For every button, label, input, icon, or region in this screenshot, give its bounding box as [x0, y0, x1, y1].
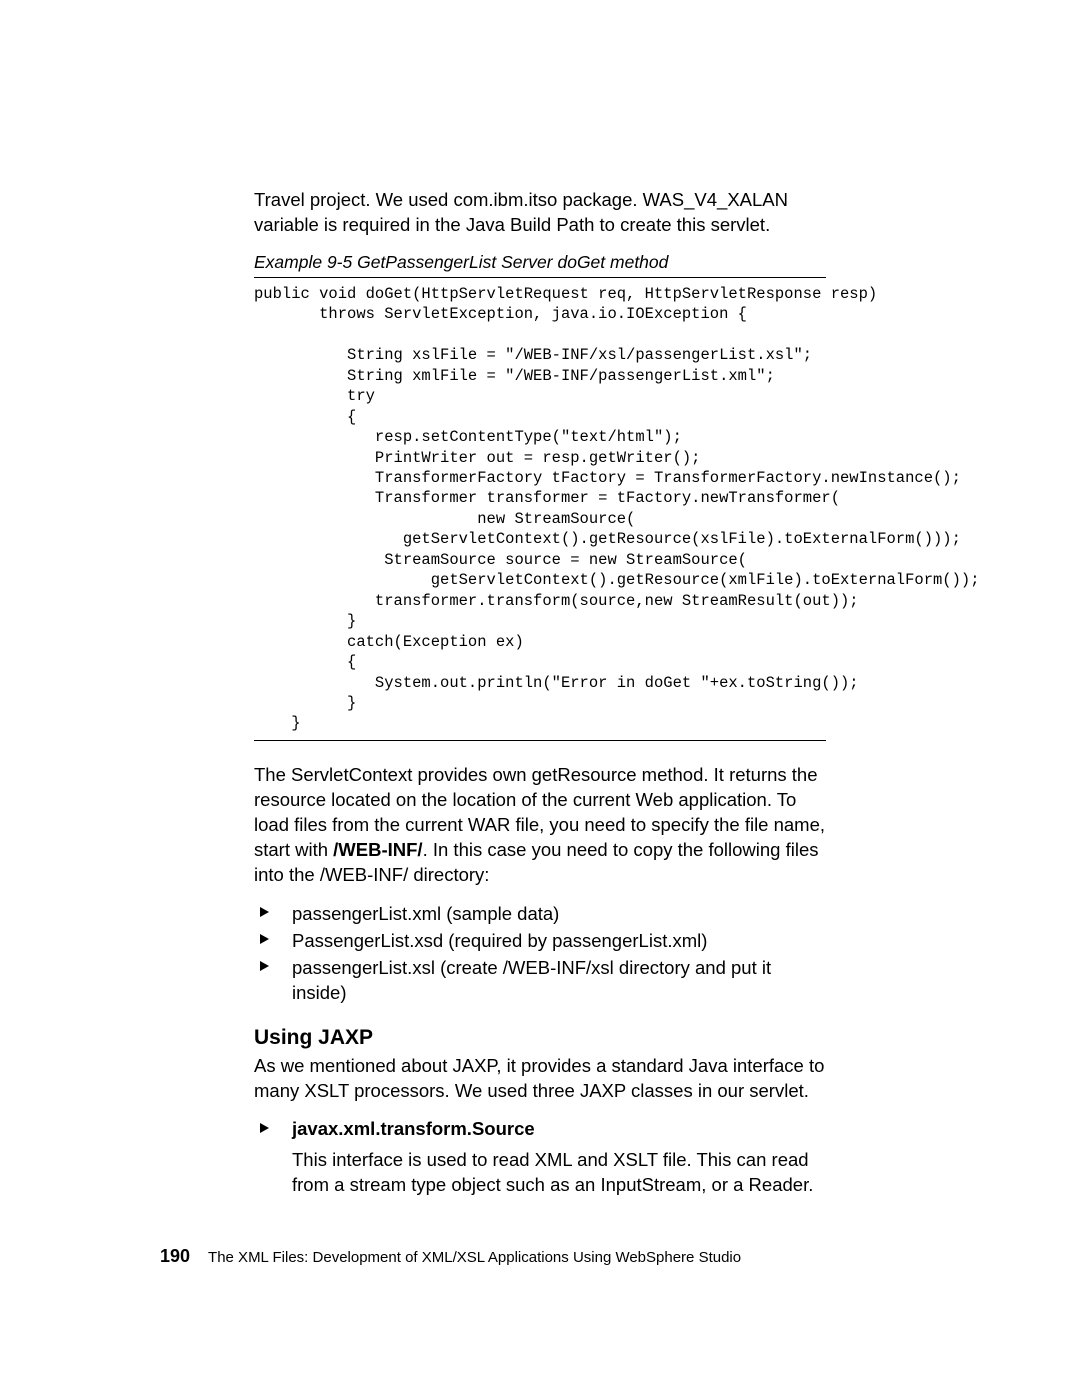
triangle-bullet-icon	[260, 1123, 269, 1133]
jaxp-item-head: javax.xml.transform.Source	[254, 1118, 826, 1140]
paragraph-servletcontext: The ServletContext provides own getResou…	[254, 763, 826, 888]
footer-title: The XML Files: Development of XML/XSL Ap…	[208, 1249, 741, 1266]
file-list: passengerList.xml (sample data) Passenge…	[254, 902, 826, 1006]
page-footer: 190 The XML Files: Development of XML/XSL…	[160, 1246, 741, 1267]
list-item-label: PassengerList.xsd (required by passenger…	[292, 930, 707, 951]
triangle-bullet-icon	[260, 961, 269, 971]
example-caption: Example 9-5 GetPassengerList Server doGe…	[254, 252, 826, 273]
triangle-bullet-icon	[260, 907, 269, 917]
list-item-label: passengerList.xml (sample data)	[292, 903, 559, 924]
list-item: passengerList.xml (sample data)	[254, 902, 826, 927]
para2-bold: /WEB-INF/	[333, 839, 422, 860]
rule-bottom	[254, 740, 826, 741]
triangle-bullet-icon	[260, 934, 269, 944]
jaxp-item-desc: This interface is used to read XML and X…	[254, 1148, 826, 1198]
heading-using-jaxp: Using JAXP	[254, 1026, 826, 1050]
jaxp-item-title: javax.xml.transform.Source	[292, 1118, 535, 1139]
list-item: passengerList.xsl (create /WEB-INF/xsl d…	[254, 956, 826, 1006]
list-item-label: passengerList.xsl (create /WEB-INF/xsl d…	[292, 957, 771, 1003]
jaxp-class-list: javax.xml.transform.Source This interfac…	[254, 1118, 826, 1198]
page-number: 190	[160, 1246, 190, 1266]
list-item: PassengerList.xsd (required by passenger…	[254, 929, 826, 954]
paragraph-jaxp: As we mentioned about JAXP, it provides …	[254, 1054, 826, 1104]
page: Travel project. We used com.ibm.itso pac…	[0, 0, 1080, 1397]
code-block: public void doGet(HttpServletRequest req…	[254, 284, 826, 734]
intro-paragraph: Travel project. We used com.ibm.itso pac…	[254, 188, 826, 238]
rule-top	[254, 277, 826, 278]
